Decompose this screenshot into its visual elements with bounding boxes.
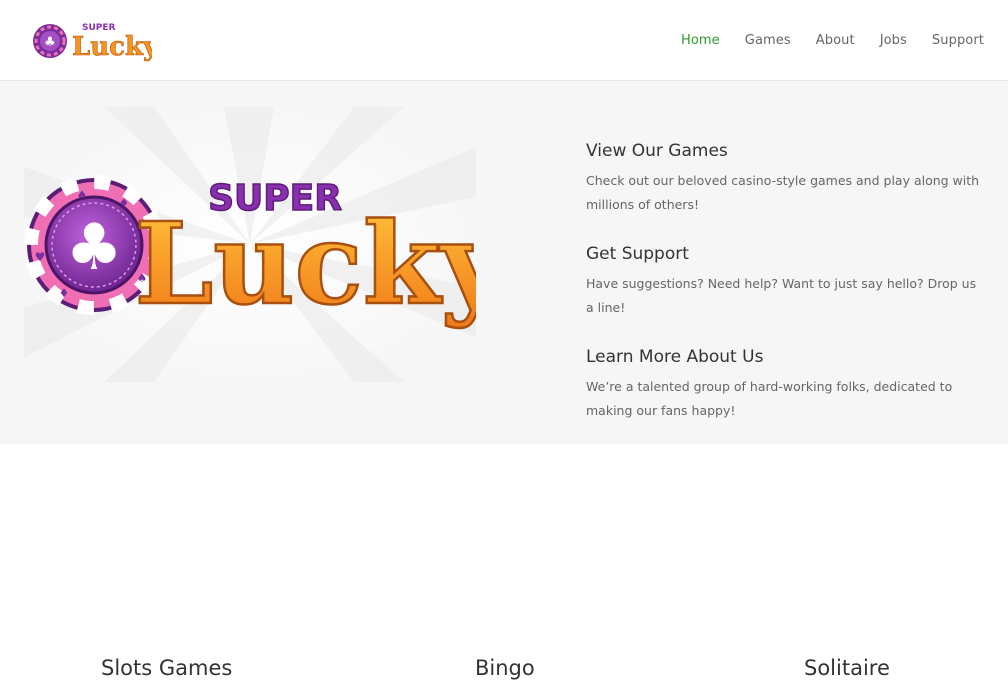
super-lucky-logo[interactable]: ♣ SUPER Lucky — [30, 18, 152, 64]
feature-list: View Our Games Check out our beloved cas… — [586, 140, 986, 449]
feature-title[interactable]: Get Support — [586, 243, 986, 265]
feature-title[interactable]: View Our Games — [586, 140, 986, 162]
feature-about-us: Learn More About Us We’re a talented gro… — [586, 346, 986, 423]
super-lucky-hero-logo: ♣ ♠ ♦ ♥ ♠ ♦ SUPER Lucky — [24, 107, 476, 382]
games-section: Slots Games Bingo Solitaire — [0, 444, 1008, 697]
svg-text:♥: ♥ — [35, 250, 46, 264]
game-title-slots[interactable]: Slots Games — [101, 656, 232, 680]
nav-jobs[interactable]: Jobs — [880, 33, 907, 48]
nav-about[interactable]: About — [816, 33, 855, 48]
feature-get-support: Get Support Have suggestions? Need help?… — [586, 243, 986, 320]
svg-text:Lucky: Lucky — [72, 32, 152, 62]
nav-support[interactable]: Support — [932, 33, 984, 48]
feature-text: Check out our beloved casino-style games… — [586, 173, 980, 212]
hero-section: ♣ ♠ ♦ ♥ ♠ ♦ SUPER Lucky View Our Games C… — [0, 81, 1008, 444]
svg-text:♦: ♦ — [119, 196, 130, 210]
svg-text:♣: ♣ — [65, 211, 122, 285]
feature-text: Have suggestions? Need help? Want to jus… — [586, 276, 977, 315]
main-nav: Home Games About Jobs Support — [681, 0, 984, 80]
feature-title[interactable]: Learn More About Us — [586, 346, 986, 368]
nav-home[interactable]: Home — [681, 33, 720, 48]
nav-games[interactable]: Games — [745, 33, 791, 48]
feature-text: We’re a talented group of hard-working f… — [586, 379, 953, 418]
svg-text:♦: ♦ — [59, 286, 70, 300]
svg-text:Lucky: Lucky — [134, 199, 476, 330]
svg-text:♣: ♣ — [44, 35, 56, 50]
svg-text:♠: ♠ — [77, 188, 88, 202]
site-header: ♣ SUPER Lucky Home Games About Jobs Supp… — [0, 0, 1008, 81]
game-title-solitaire[interactable]: Solitaire — [804, 656, 890, 680]
feature-view-games: View Our Games Check out our beloved cas… — [586, 140, 986, 217]
game-title-bingo[interactable]: Bingo — [475, 656, 535, 680]
